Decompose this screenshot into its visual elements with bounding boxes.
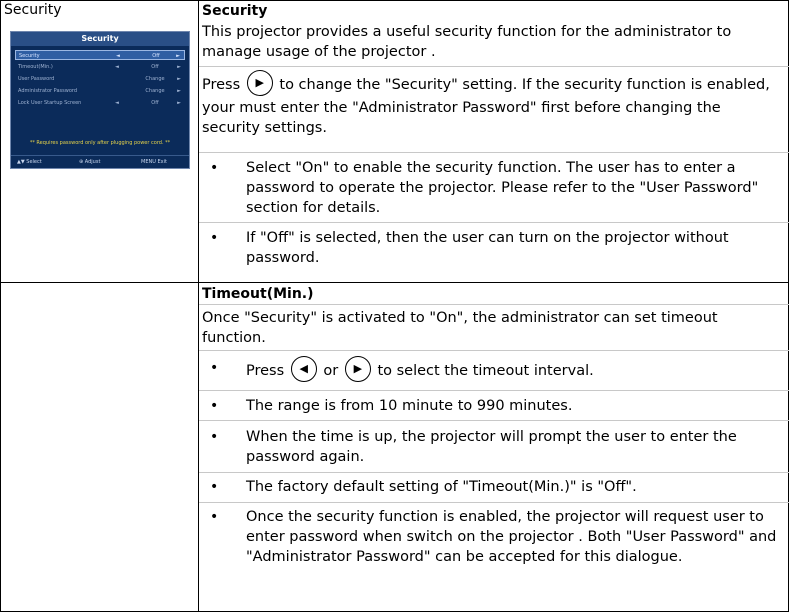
table-border-left — [0, 0, 1, 612]
bullet-icon: • — [210, 230, 219, 246]
right-arrow-icon: ► — [177, 88, 181, 94]
left-arrow-icon: ◄ — [116, 53, 120, 59]
menu-row-admin-password: Administrator Password Change ► — [18, 88, 181, 94]
menu-row-lock-startup: Lock User Startup Screen ◄ Off ► — [18, 100, 181, 106]
table-border-bottom — [0, 611, 789, 612]
bullet-icon: • — [210, 509, 219, 525]
left-arrow-icon: ◄ — [115, 64, 119, 70]
security-intro: This projector provides a useful securit… — [202, 24, 732, 60]
bullet-icon: • — [210, 360, 219, 376]
bullet-icon: • — [210, 429, 219, 445]
right-button-icon: ▶ — [344, 356, 371, 382]
row-separator — [199, 222, 789, 223]
left-button-icon: ◀ — [290, 356, 317, 382]
left-arrow-icon: ◄ — [115, 100, 119, 106]
security-press-instruction: Press ▶ to change the "Security" setting… — [202, 70, 782, 138]
security-bullet: If "Off" is selected, then the user can … — [246, 230, 729, 266]
adjust-hint: ⊕ Adjust — [79, 159, 101, 165]
table-border-top — [0, 0, 789, 1]
column-divider — [198, 0, 199, 612]
select-hint: ▲▼ Select — [17, 159, 42, 165]
bullet-icon: • — [210, 398, 219, 414]
row-divider — [0, 282, 789, 283]
row-separator — [199, 390, 789, 391]
exit-hint: MENU Exit — [141, 159, 167, 165]
timeout-bullet: When the time is up, the projector will … — [246, 429, 737, 465]
row-separator — [199, 420, 789, 421]
menu-row-timeout: Timeout(Min.) ◄ Off ► — [18, 64, 181, 70]
bullet-icon: • — [210, 160, 219, 176]
right-arrow-icon: ► — [176, 53, 180, 59]
timeout-bullet: Once the security function is enabled, t… — [246, 509, 777, 565]
timeout-bullet: The range is from 10 minute to 990 minut… — [246, 398, 573, 414]
timeout-bullet: The factory default setting of "Timeout(… — [246, 479, 637, 495]
menu-row-security: Security ◄ Off ► — [15, 50, 185, 60]
security-bullet: Select "On" to enable the security funct… — [246, 160, 759, 216]
right-button-icon: ▶ — [246, 70, 273, 96]
menu-row-user-password: User Password Change ► — [18, 76, 181, 82]
security-heading: Security — [202, 3, 268, 19]
menu-footer: ▲▼ Select ⊕ Adjust MENU Exit — [11, 155, 189, 168]
menu-title: Security — [11, 32, 189, 46]
menu-note: ** Requires password only after plugging… — [29, 140, 171, 146]
right-arrow-icon: ► — [177, 76, 181, 82]
row-label-security: Security — [4, 2, 62, 18]
row-separator — [199, 66, 789, 67]
right-arrow-icon: ► — [177, 64, 181, 70]
timeout-intro: Once "Security" is activated to "On", th… — [202, 310, 718, 346]
bullet-icon: • — [210, 479, 219, 495]
row-separator — [199, 304, 789, 305]
row-separator — [199, 350, 789, 351]
row-separator — [199, 502, 789, 503]
osd-menu-screenshot: Security Security ◄ Off ► Timeout(Min.) … — [10, 31, 190, 169]
content-table: Security Security Security ◄ Off ► Timeo… — [0, 0, 789, 612]
row-separator — [199, 472, 789, 473]
right-arrow-icon: ► — [177, 100, 181, 106]
timeout-press-instruction: Press ◀ or ▶ to select the timeout inter… — [246, 356, 786, 384]
row-separator — [199, 152, 789, 153]
timeout-heading: Timeout(Min.) — [202, 286, 314, 302]
